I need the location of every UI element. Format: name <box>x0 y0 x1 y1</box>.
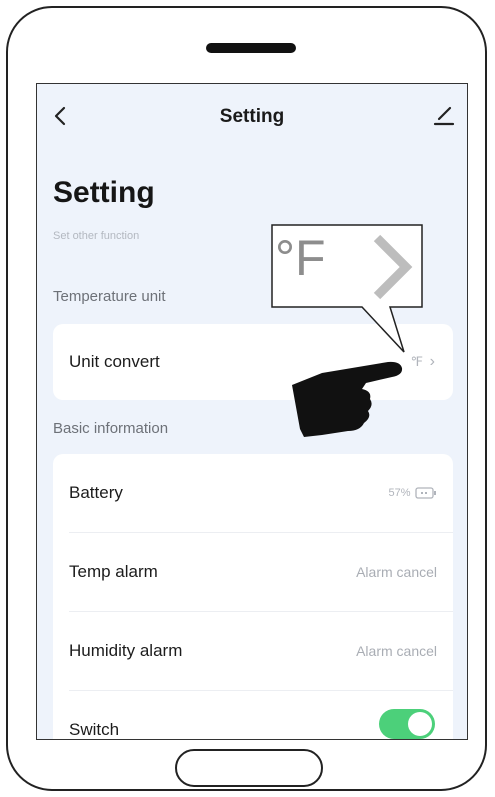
zoom-callout <box>271 224 423 353</box>
callout-unit-text: °F <box>275 230 326 286</box>
pointing-hand-icon <box>292 361 403 437</box>
